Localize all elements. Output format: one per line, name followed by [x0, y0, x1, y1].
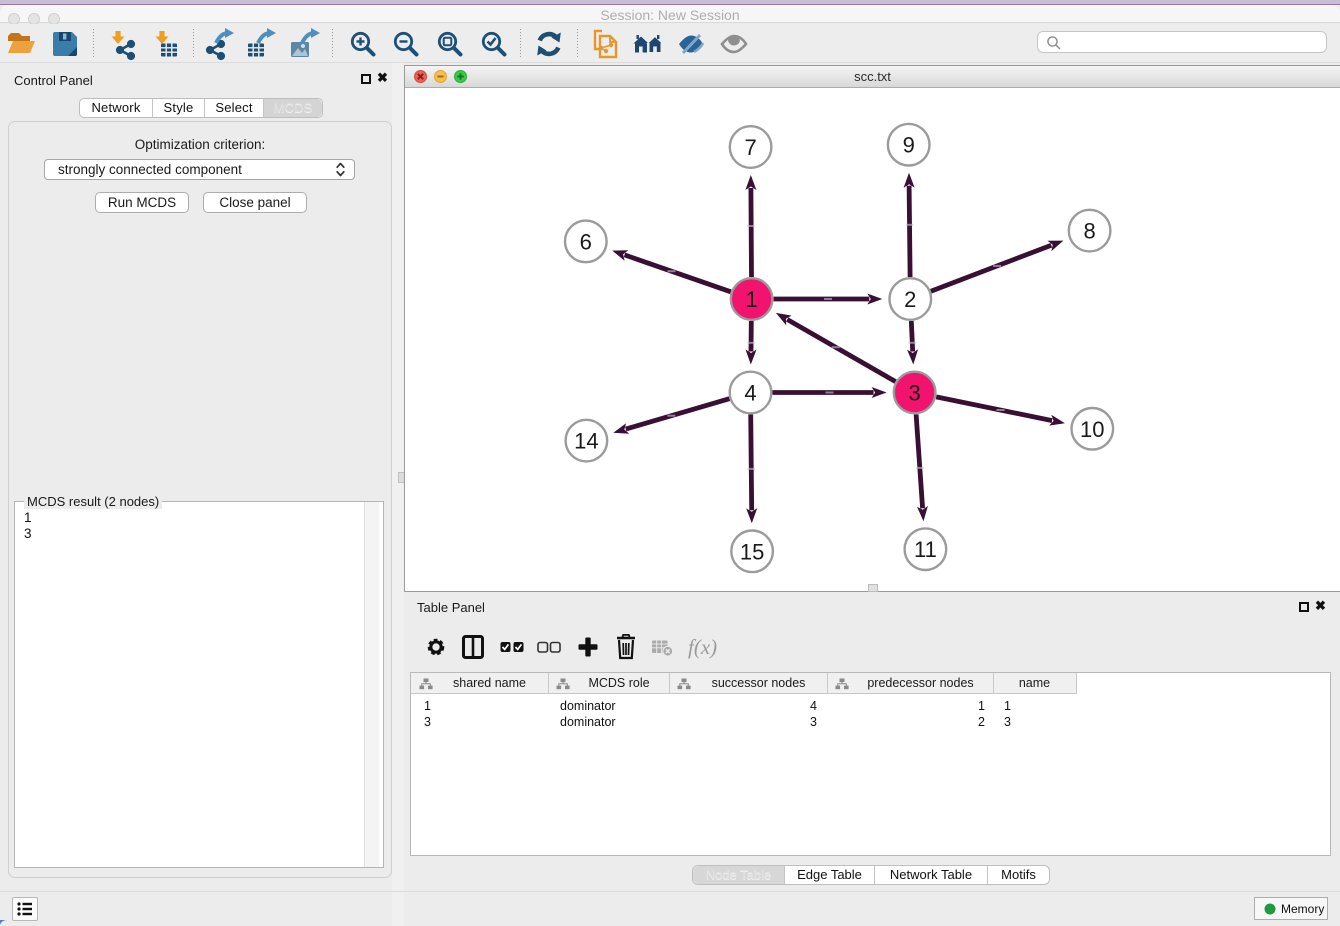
svg-text:9: 9 [903, 133, 915, 158]
svg-text:11: 11 [914, 537, 937, 562]
svg-text:7: 7 [744, 135, 756, 160]
svg-text:14: 14 [574, 429, 598, 454]
svg-text:f(x): f(x) [688, 635, 717, 659]
svg-text:15: 15 [740, 539, 764, 564]
svg-text:4: 4 [744, 381, 756, 406]
svg-text:1: 1 [745, 287, 757, 312]
svg-text:3: 3 [908, 381, 920, 406]
svg-text:6: 6 [580, 229, 592, 254]
svg-text:10: 10 [1080, 417, 1104, 442]
svg-text:2: 2 [904, 287, 916, 312]
svg-text:8: 8 [1083, 219, 1095, 244]
